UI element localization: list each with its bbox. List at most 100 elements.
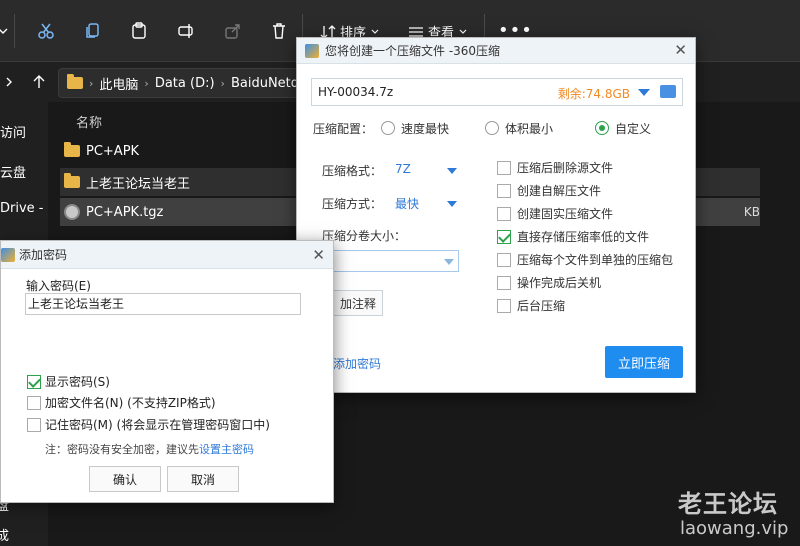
sidebar-item-cloud[interactable]: 云盘	[0, 162, 26, 181]
chevron-down-icon[interactable]	[0, 69, 22, 95]
radio-circle-selected	[595, 121, 609, 135]
file-size: KB	[743, 205, 760, 219]
checkbox-label: 创建自解压文件	[517, 184, 602, 198]
copy-icon[interactable]	[80, 18, 106, 44]
remember-password-checkbox[interactable]: 记住密码(M) (将会显示在管理密码窗口中)	[27, 416, 270, 433]
checkbox	[497, 298, 511, 313]
format-select[interactable]: 7Z	[395, 162, 411, 176]
checkbox-label: 压缩每个文件到单独的压缩包	[517, 253, 674, 267]
close-icon[interactable]: ✕	[312, 246, 325, 264]
rename-icon[interactable]	[173, 18, 199, 44]
share-icon[interactable]	[220, 18, 246, 44]
checkbox	[27, 395, 41, 410]
dropdown-arrow-icon[interactable]	[638, 89, 650, 96]
checkbox-label: 操作完成后关机	[517, 276, 602, 290]
encrypt-filenames-checkbox[interactable]: 加密文件名(N) (不支持ZIP格式)	[27, 394, 216, 411]
checkbox-label: 后台压缩	[517, 299, 566, 313]
checkbox-label: 创建固实压缩文件	[517, 207, 614, 221]
confirm-button[interactable]: 确认	[89, 466, 161, 492]
checkbox-label: 压缩后删除源文件	[517, 161, 614, 175]
radio-circle	[381, 121, 395, 135]
method-select[interactable]: 最快	[395, 195, 419, 212]
breadcrumb-separator: ›	[144, 76, 149, 90]
cut-icon[interactable]	[33, 18, 59, 44]
checkbox-label: 显示密码(S)	[45, 375, 110, 389]
split-size-select[interactable]	[333, 250, 459, 272]
paste-icon[interactable]	[126, 18, 152, 44]
dropdown-arrow-icon[interactable]	[447, 168, 457, 174]
watermark-text: 老王论坛	[678, 490, 778, 518]
address-box[interactable]: › 此电脑 › Data (D:) › BaiduNetdisk	[58, 68, 318, 98]
dialog-titlebar: 添加密码	[1, 241, 333, 269]
column-header-name[interactable]: 名称	[76, 112, 102, 131]
add-password-link[interactable]: 添加密码	[333, 355, 381, 372]
note-text: 注：密码没有安全加密，建议先	[45, 443, 199, 456]
method-label: 压缩方式：	[322, 197, 383, 211]
checkbox-label: 记住密码(M) (将会显示在管理密码窗口中)	[45, 418, 270, 432]
toolbar-divider	[14, 14, 15, 48]
dialog-titlebar: 您将创建一个压缩文件 -360压缩	[297, 38, 695, 64]
chevron-down-icon	[459, 29, 467, 34]
compress-config-row: 压缩配置： 速度最快 体积最小 自定义	[313, 118, 683, 138]
dropdown-arrow-icon	[444, 259, 454, 265]
option-shutdown[interactable]: 操作完成后关机	[497, 274, 601, 291]
set-master-password-link[interactable]: 设置主密码	[199, 443, 254, 456]
option-self-extract[interactable]: 创建自解压文件	[497, 182, 601, 199]
option-background[interactable]: 后台压缩	[497, 297, 565, 314]
dialog-title: 添加密码	[19, 248, 68, 262]
file-name: PC+APK.tgz	[86, 204, 164, 220]
breadcrumb-separator: ›	[220, 76, 225, 90]
radio-label: 自定义	[615, 121, 652, 136]
checkbox	[27, 417, 41, 432]
config-label: 压缩配置：	[313, 121, 374, 136]
delete-icon[interactable]	[266, 18, 292, 44]
add-comment-button[interactable]: 加注释	[333, 290, 383, 316]
option-separate-archives[interactable]: 压缩每个文件到单独的压缩包	[497, 251, 673, 268]
add-password-dialog: 添加密码 ✕ 输入密码(E) 上老王论坛当老王 显示密码(S) 加密文件名(N)…	[0, 240, 334, 503]
radio-circle	[485, 121, 499, 135]
radio-custom[interactable]: 自定义	[595, 120, 651, 137]
folder-icon	[67, 74, 83, 89]
archive-path-value: HY-00034.7z	[318, 85, 394, 99]
cancel-button[interactable]: 取消	[167, 466, 239, 492]
archive-path-field[interactable]: HY-00034.7z 剩余:74.8GB	[311, 78, 683, 106]
360zip-app-icon	[1, 247, 15, 262]
password-input[interactable]: 上老王论坛当老王	[25, 293, 301, 315]
checkbox	[497, 160, 511, 175]
split-size-label: 压缩分卷大小：	[322, 229, 407, 243]
compress-dialog: 您将创建一个压缩文件 -360压缩 ✕ HY-00034.7z 剩余:74.8G…	[296, 37, 696, 393]
sidebar-item-quick-access[interactable]: 访问	[0, 122, 26, 141]
radio-smallest[interactable]: 体积最小	[485, 120, 553, 137]
format-label: 压缩格式：	[322, 164, 383, 178]
security-note: 注：密码没有安全加密，建议先设置主密码	[45, 441, 254, 457]
checkbox	[497, 252, 511, 267]
show-password-checkbox[interactable]: 显示密码(S)	[27, 373, 110, 390]
archive-file-icon	[64, 204, 80, 220]
option-store-low-ratio[interactable]: 直接存储压缩率低的文件	[497, 228, 649, 245]
folder-icon	[64, 173, 80, 188]
chevron-down-icon	[371, 29, 379, 34]
password-label: 输入密码(E)	[26, 279, 91, 293]
browse-folder-icon[interactable]	[660, 85, 676, 98]
radio-fastest[interactable]: 速度最快	[381, 120, 449, 137]
breadcrumb-this-pc[interactable]: 此电脑	[99, 74, 138, 93]
checkbox-checked	[27, 374, 41, 389]
checkbox-label: 直接存储压缩率低的文件	[517, 230, 650, 244]
dropdown-arrow-icon[interactable]	[447, 201, 457, 207]
checkbox-label: 加密文件名(N) (不支持ZIP格式)	[45, 396, 216, 410]
checkbox	[497, 275, 511, 290]
close-icon[interactable]: ✕	[674, 41, 687, 59]
radio-label: 速度最快	[401, 121, 450, 136]
up-arrow-icon[interactable]	[26, 69, 52, 95]
file-name: PC+APK	[86, 143, 140, 159]
checkbox	[497, 206, 511, 221]
option-solid-archive[interactable]: 创建固实压缩文件	[497, 205, 613, 222]
checkbox	[497, 183, 511, 198]
breadcrumb-separator: ›	[89, 76, 94, 90]
sidebar-item-drive2[interactable]: 成	[0, 525, 9, 544]
360zip-app-icon	[305, 43, 319, 58]
breadcrumb-data-drive[interactable]: Data (D:)	[155, 76, 215, 91]
compress-now-button[interactable]: 立即压缩	[605, 346, 683, 378]
folder-icon	[64, 142, 80, 157]
option-delete-source[interactable]: 压缩后删除源文件	[497, 159, 613, 176]
